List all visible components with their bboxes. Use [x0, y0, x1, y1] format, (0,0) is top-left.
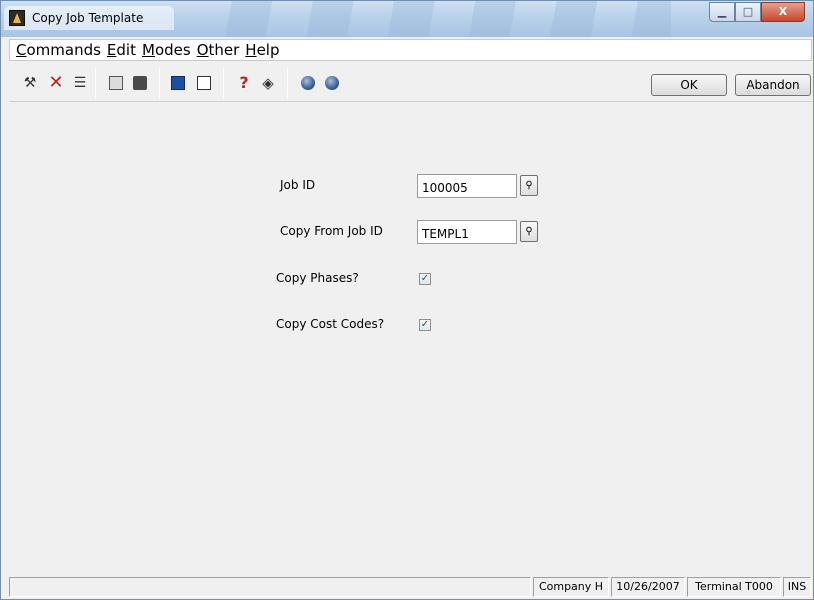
menu-bar: Commands Edit Modes Other Help	[9, 39, 812, 61]
maximize-icon: □	[742, 5, 754, 18]
job-id-label: Job ID	[280, 178, 316, 192]
calendar-icon[interactable]	[195, 74, 213, 92]
check-icon: ✓	[420, 319, 430, 330]
copy-job-template-window: Copy Job Template ▁ □ X Commands Edit Mo…	[0, 0, 814, 600]
ok-button[interactable]: OK	[651, 74, 727, 96]
help-icon[interactable]: ?	[235, 74, 253, 92]
toolbar-separator	[223, 68, 224, 98]
title-bar-decoration	[191, 1, 671, 37]
minimize-button[interactable]: ▁	[709, 2, 735, 22]
close-button[interactable]: X	[761, 2, 805, 22]
copy-icon[interactable]	[107, 74, 125, 92]
copy-phases-checkbox[interactable]: ✓	[419, 273, 431, 285]
window-controls: ▁ □ X	[709, 2, 805, 22]
toolbar-separator	[95, 68, 96, 98]
lookup-icon: ⚲	[525, 226, 533, 237]
title-bar[interactable]: Copy Job Template ▁ □ X	[1, 1, 813, 37]
abandon-button[interactable]: Abandon	[735, 74, 811, 96]
close-icon: X	[778, 5, 788, 18]
menu-other[interactable]: Other	[197, 41, 240, 59]
job-id-lookup-button[interactable]: ⚲	[520, 175, 538, 196]
copy-from-job-id-input[interactable]	[417, 220, 517, 244]
status-bar: Company H 10/26/2007 Terminal T000 INS	[9, 577, 812, 597]
paste-icon[interactable]	[131, 74, 149, 92]
status-company: Company H	[533, 577, 609, 597]
tools-icon[interactable]: ⚒	[21, 74, 39, 92]
copy-from-lookup-button[interactable]: ⚲	[520, 221, 538, 242]
toolbar-separator	[287, 68, 288, 98]
job-id-input[interactable]	[417, 174, 517, 198]
globe-forward-icon[interactable]	[323, 74, 341, 92]
status-terminal: Terminal T000	[687, 577, 781, 597]
copy-cost-codes-checkbox[interactable]: ✓	[419, 319, 431, 331]
copy-phases-label: Copy Phases?	[276, 271, 359, 285]
minimize-icon: ▁	[717, 5, 727, 18]
menu-edit[interactable]: Edit	[107, 41, 136, 59]
manual-icon[interactable]: ◈	[259, 74, 277, 92]
status-message	[9, 577, 531, 597]
status-date: 10/26/2007	[611, 577, 685, 597]
toolbar: ⚒ ✕ ☰ ? ◈ OK Abandon	[9, 62, 812, 102]
maximize-button[interactable]: □	[735, 2, 761, 22]
menu-help[interactable]: Help	[245, 41, 279, 59]
lookup-icon: ⚲	[525, 180, 533, 191]
calculator-icon[interactable]	[169, 74, 187, 92]
menu-modes[interactable]: Modes	[142, 41, 191, 59]
toolbar-separator	[159, 68, 160, 98]
status-mode: INS	[783, 577, 811, 597]
delete-icon[interactable]: ✕	[47, 74, 65, 92]
list-icon[interactable]: ☰	[71, 74, 89, 92]
copy-from-job-id-label: Copy From Job ID	[280, 224, 383, 238]
check-icon: ✓	[420, 273, 430, 284]
window-title: Copy Job Template	[32, 11, 144, 25]
app-icon	[9, 10, 25, 26]
copy-cost-codes-label: Copy Cost Codes?	[276, 317, 385, 331]
menu-commands[interactable]: Commands	[16, 41, 101, 59]
globe-back-icon[interactable]	[299, 74, 317, 92]
